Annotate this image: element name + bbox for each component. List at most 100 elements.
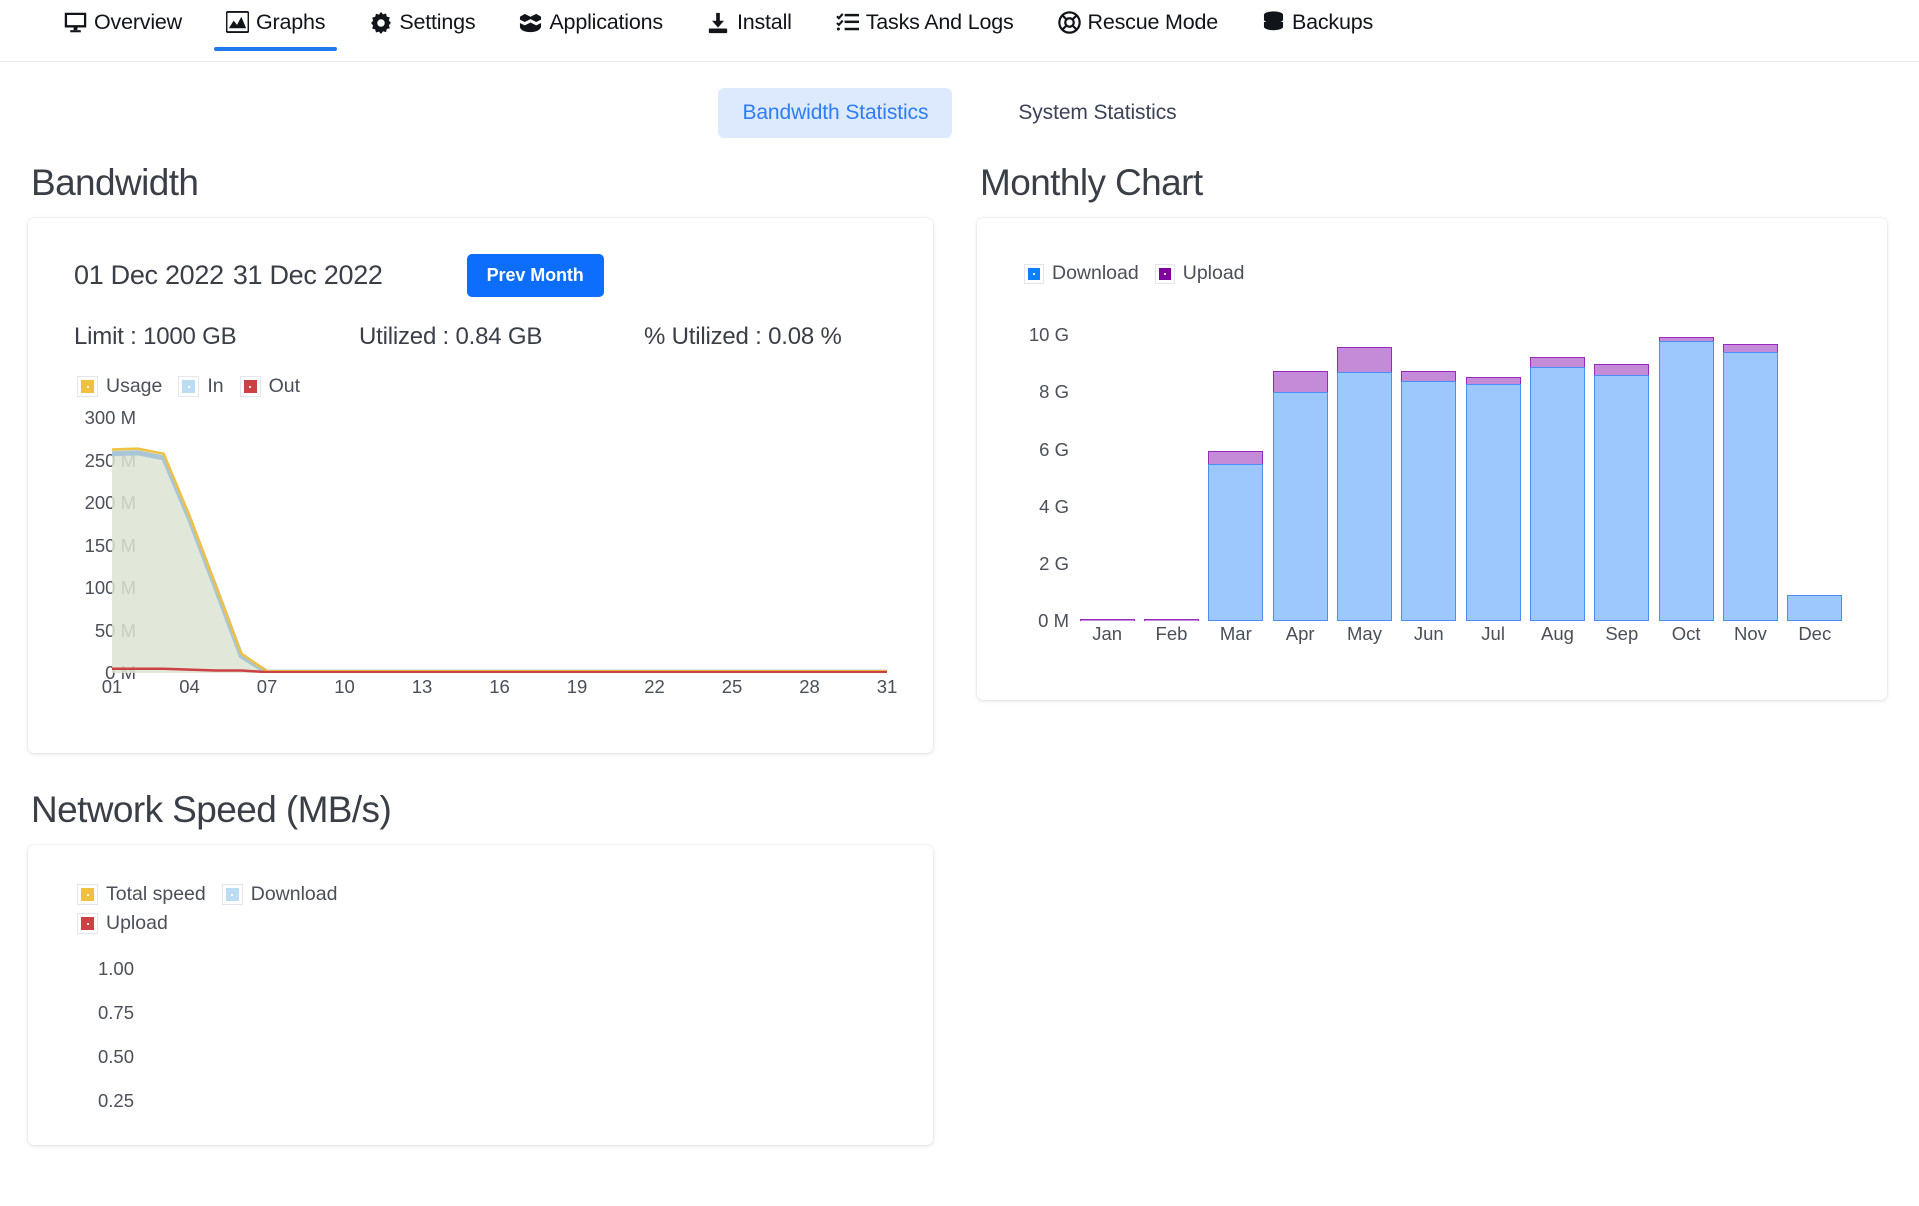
legend-label: Upload <box>1182 262 1245 284</box>
nav-item-graphs[interactable]: Graphs <box>204 4 347 51</box>
stacked-bar[interactable] <box>1272 371 1328 621</box>
bar-segment-upload[interactable] <box>1465 376 1521 384</box>
monthly-bar-column[interactable] <box>1075 301 1139 621</box>
out-swatch <box>239 376 261 397</box>
bar-segment-download[interactable] <box>1594 375 1650 621</box>
legend-item-usage[interactable]: Usage <box>77 375 163 398</box>
legend-item-download[interactable]: Download <box>1024 262 1139 285</box>
stacked-bar[interactable] <box>1336 346 1392 621</box>
bar-segment-download[interactable] <box>1208 463 1264 621</box>
nav-label: Backups <box>1291 10 1374 34</box>
monthly-bar-column[interactable] <box>1397 301 1461 621</box>
bar-segment-download[interactable] <box>1272 392 1328 621</box>
legend-item-out[interactable]: Out <box>239 375 300 398</box>
monthly-bar-column[interactable] <box>1139 301 1203 621</box>
x-tick-label: 28 <box>799 676 820 697</box>
nav-label: Settings <box>399 10 476 34</box>
nav-item-backups[interactable]: Backups <box>1240 4 1395 51</box>
bar-segment-upload[interactable] <box>1079 619 1135 621</box>
bar-segment-download[interactable] <box>1401 381 1457 621</box>
y-tick-label: 0 M <box>1038 610 1069 631</box>
monthly-bar-column[interactable] <box>1268 301 1332 621</box>
nav-label: Applications <box>549 10 663 34</box>
x-tick-label: Sep <box>1605 623 1639 644</box>
bar-segment-upload[interactable] <box>1272 371 1328 393</box>
utilized-value: Utilized : 0.84 GB <box>359 323 543 350</box>
stacked-bar[interactable] <box>1208 451 1264 621</box>
stacked-bar[interactable] <box>1401 371 1457 621</box>
network-speed-heading: Network Speed (MB/s) <box>31 789 392 830</box>
x-tick-label: Jun <box>1413 623 1444 644</box>
prev-month-button[interactable]: Prev Month <box>466 254 604 297</box>
bar-segment-download[interactable] <box>1336 372 1392 621</box>
stacked-bar[interactable] <box>1529 356 1585 621</box>
nav-item-rescue-mode[interactable]: Rescue Mode <box>1036 4 1240 51</box>
bandwidth-heading: Bandwidth <box>31 162 199 203</box>
stacked-bar[interactable] <box>1465 376 1521 621</box>
tasks-icon <box>835 11 859 34</box>
bar-segment-upload[interactable] <box>1722 343 1778 353</box>
legend-item-ns-download[interactable]: Download <box>221 883 337 906</box>
nav-item-tasks-and-logs[interactable]: Tasks And Logs <box>814 4 1036 51</box>
monthly-bar-column[interactable] <box>1332 301 1396 621</box>
legend-item-total-speed[interactable]: Total speed <box>77 883 206 906</box>
monthly-bar-column[interactable] <box>1204 301 1268 621</box>
y-tick-label: 10 G <box>1028 324 1069 346</box>
top-row: Bandwidth 01 Dec 2022 31 Dec 2022 Prev M… <box>28 162 1891 753</box>
bar-segment-upload[interactable] <box>1208 451 1264 464</box>
stacked-bar[interactable] <box>1658 336 1714 621</box>
stacked-bar[interactable] <box>1722 343 1778 621</box>
monthly-bars[interactable] <box>1075 301 1847 621</box>
x-tick-label: 31 <box>876 676 898 697</box>
x-tick-label: Oct <box>1671 623 1701 644</box>
chart-icon <box>226 11 250 34</box>
bar-segment-upload[interactable] <box>1336 346 1392 373</box>
network-speed-plot[interactable]: 1.00 0.75 0.50 0.25 <box>52 958 909 1145</box>
apps-icon <box>519 11 542 34</box>
bar-segment-upload[interactable] <box>1401 371 1457 381</box>
monthly-bar-column[interactable] <box>1718 301 1782 621</box>
tab-system-statistics[interactable]: System Statistics <box>994 88 1200 138</box>
in-swatch <box>178 376 200 397</box>
bar-segment-download[interactable] <box>1787 595 1843 621</box>
bar-segment-upload[interactable] <box>1529 356 1585 367</box>
bar-segment-download[interactable] <box>1722 352 1778 621</box>
legend-item-upload[interactable]: Upload <box>1154 262 1245 285</box>
bandwidth-plot-area[interactable] <box>112 418 887 673</box>
bar-segment-upload[interactable] <box>1143 619 1199 621</box>
bar-segment-download[interactable] <box>1658 341 1714 621</box>
ns-upload-swatch <box>77 913 98 934</box>
monthly-bar-column[interactable] <box>1461 301 1525 621</box>
nav-item-settings[interactable]: Settings <box>347 4 497 51</box>
nav-item-applications[interactable]: Applications <box>497 4 685 51</box>
monthly-bar-column[interactable] <box>1783 301 1847 621</box>
bandwidth-chart[interactable]: 0 M50 M100 M150 M200 M250 M300 M 0104071… <box>52 407 909 708</box>
monthly-bar-column[interactable] <box>1590 301 1654 621</box>
legend-label: Usage <box>106 375 163 397</box>
monthly-bar-column[interactable] <box>1654 301 1718 621</box>
nav-item-install[interactable]: Install <box>685 4 814 51</box>
monthly-bar-column[interactable] <box>1525 301 1589 621</box>
x-tick-label: Dec <box>1798 623 1832 644</box>
database-icon <box>1262 11 1285 34</box>
bar-segment-download[interactable] <box>1465 383 1521 621</box>
percent-utilized-value: % Utilized : 0.08 % <box>644 323 842 350</box>
nav-item-overview[interactable]: Overview <box>42 4 204 51</box>
tab-bandwidth-statistics[interactable]: Bandwidth Statistics <box>718 88 953 138</box>
bar-segment-download[interactable] <box>1529 366 1585 621</box>
legend-item-in[interactable]: In <box>178 375 224 398</box>
bar-segment-upload[interactable] <box>1594 363 1650 376</box>
stacked-bar[interactable] <box>1079 619 1135 621</box>
limit-value: Limit : 1000 GB <box>74 323 237 350</box>
stacked-bar[interactable] <box>1594 363 1650 621</box>
monthly-chart-plot[interactable]: 0 M 2 G 4 G 6 G 8 G 10 G Jan Feb Mar Apr May Jun Ju… <box>999 301 1865 651</box>
x-tick-label: 10 <box>334 676 355 697</box>
stacked-bar[interactable] <box>1143 619 1199 621</box>
x-tick-label: Jul <box>1481 623 1505 644</box>
y-tick-label: 0.75 <box>97 1002 134 1023</box>
monthly-chart-heading: Monthly Chart <box>980 162 1203 203</box>
monthly-y-axis: 0 M 2 G 4 G 6 G 8 G 10 G <box>1009 301 1069 631</box>
y-tick-label: 1.00 <box>97 958 134 979</box>
legend-item-ns-upload[interactable]: Upload <box>77 912 168 935</box>
stacked-bar[interactable] <box>1787 595 1843 621</box>
